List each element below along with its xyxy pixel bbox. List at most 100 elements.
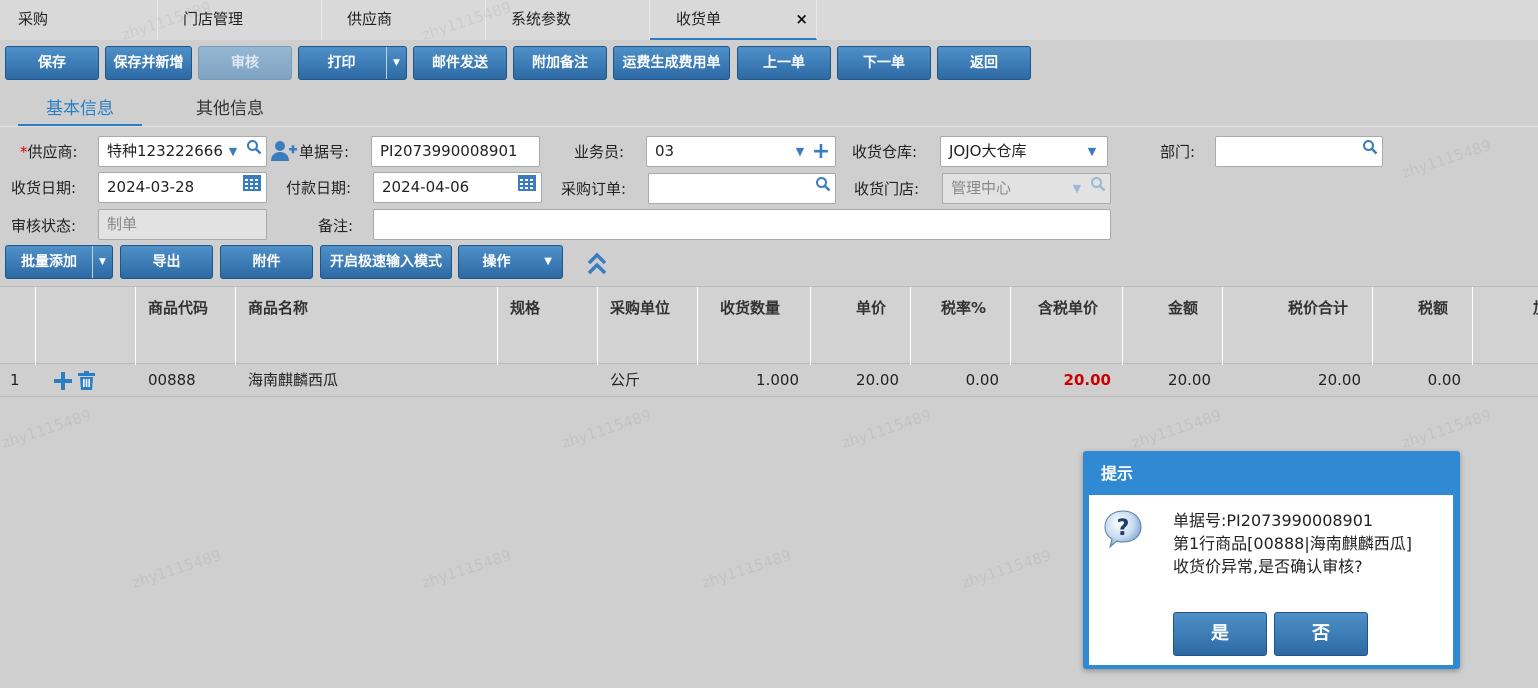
- calendar-icon[interactable]: [241, 173, 263, 202]
- operations-label: 操作: [482, 254, 511, 270]
- caret-down-icon[interactable]: ▼: [386, 47, 406, 79]
- watermark: zhy1115489: [1129, 406, 1224, 452]
- close-icon[interactable]: ×: [795, 0, 808, 38]
- export-button[interactable]: 导出: [120, 245, 213, 279]
- tab-label: 收货单: [676, 10, 722, 28]
- note-input[interactable]: [373, 209, 1111, 240]
- caret-down-icon[interactable]: ▼: [224, 137, 242, 166]
- email-button[interactable]: 邮件发送: [413, 46, 507, 80]
- plus-icon[interactable]: [54, 372, 72, 390]
- freight-cost-button[interactable]: 运费生成费用单: [613, 46, 730, 80]
- cell-tax[interactable]: 0.00: [1373, 364, 1473, 397]
- print-label: 打印: [327, 55, 356, 71]
- watermark: zhy1115489: [559, 406, 654, 452]
- recvdate-input[interactable]: 2024-03-28: [98, 172, 267, 203]
- watermark: zhy1115489: [699, 546, 794, 592]
- trash-icon[interactable]: [78, 371, 95, 390]
- dialog-title: 提示: [1101, 464, 1134, 483]
- cell-total[interactable]: 20.00: [1223, 364, 1373, 397]
- prev-button[interactable]: 上一单: [737, 46, 831, 80]
- search-icon[interactable]: [813, 174, 833, 203]
- search-icon[interactable]: [1360, 137, 1380, 166]
- add-user-icon[interactable]: [271, 139, 297, 165]
- supplier-label: *供应商:: [20, 137, 78, 167]
- cell-amount[interactable]: 20.00: [1123, 364, 1223, 397]
- supplier-label-text: 供应商:: [27, 143, 78, 161]
- no-button[interactable]: 否: [1274, 612, 1368, 656]
- cell-name[interactable]: 海南麒麟西瓜: [248, 364, 338, 397]
- cell-tax-price[interactable]: 20.00: [1011, 364, 1123, 397]
- grid-col-more[interactable]: 加: [1473, 287, 1538, 365]
- dialog-message: 单据号:PI2073990008901 第1行商品[00888|海南麒麟西瓜] …: [1173, 509, 1412, 578]
- calendar-icon[interactable]: [516, 173, 538, 202]
- fast-input-mode-button[interactable]: 开启极速输入模式: [320, 245, 452, 279]
- paydate-input[interactable]: 2024-04-06: [373, 172, 542, 203]
- dept-input[interactable]: [1215, 136, 1383, 167]
- store-input[interactable]: 管理中心 ▼: [942, 173, 1111, 204]
- yes-button[interactable]: 是: [1173, 612, 1267, 656]
- back-button[interactable]: 返回: [937, 46, 1031, 80]
- status-label: 审核状态:: [11, 217, 77, 235]
- status-input: 制单: [98, 209, 267, 240]
- grid-col-spec[interactable]: 规格: [498, 287, 598, 365]
- warehouse-label: 收货仓库:: [852, 143, 918, 161]
- audit-button[interactable]: 审核: [198, 46, 292, 80]
- grid-col-tax[interactable]: 税额: [1373, 287, 1473, 365]
- dept-label: 部门:: [1160, 143, 1196, 161]
- dialog-line-docno: 单据号:PI2073990008901: [1173, 511, 1374, 530]
- cell-tax-rate[interactable]: 0.00: [911, 364, 1011, 397]
- table-row[interactable]: 1 00888 海南麒麟西瓜 公斤 1.000 20.00 0.00 20.00…: [0, 364, 1538, 397]
- caret-down-icon[interactable]: ▼: [791, 137, 809, 166]
- warehouse-select[interactable]: JOJO大仓库 ▼: [940, 136, 1108, 167]
- caret-down-icon[interactable]: ▼: [544, 246, 552, 278]
- double-chevron-up-icon[interactable]: [586, 252, 608, 276]
- grid-col-name[interactable]: 商品名称: [236, 287, 498, 365]
- caret-down-icon[interactable]: ▼: [92, 246, 112, 278]
- remark-button[interactable]: 附加备注: [513, 46, 607, 80]
- docno-input[interactable]: PI2073990008901: [371, 136, 540, 167]
- cell-qty[interactable]: 1.000: [698, 364, 811, 397]
- caret-down-icon[interactable]: ▼: [1068, 174, 1086, 203]
- print-button[interactable]: 打印 ▼: [298, 46, 407, 80]
- tab-label: 系统参数: [511, 10, 572, 28]
- watermark: zhy1115489: [0, 406, 94, 452]
- grid-col-tax-rate[interactable]: 税率%: [911, 287, 1011, 365]
- salesman-value: 03: [655, 142, 675, 160]
- save-new-button[interactable]: 保存并新增: [105, 46, 192, 80]
- recvdate-value: 2024-03-28: [107, 178, 195, 196]
- cell-code[interactable]: 00888: [148, 364, 196, 397]
- supplier-input[interactable]: 特种123222666 ▼: [98, 136, 267, 167]
- attachment-button[interactable]: 附件: [220, 245, 313, 279]
- grid-col-price[interactable]: 单价: [811, 287, 911, 365]
- subtab-other-info[interactable]: 其他信息: [170, 95, 290, 127]
- grid-col-qty[interactable]: 收货数量: [698, 287, 811, 365]
- batch-add-button[interactable]: 批量添加 ▼: [5, 245, 113, 279]
- caret-down-icon[interactable]: ▼: [1083, 137, 1101, 166]
- operations-button[interactable]: 操作 ▼: [458, 245, 563, 279]
- cell-unit[interactable]: 公斤: [610, 364, 640, 397]
- grid-col-total[interactable]: 税价合计: [1223, 287, 1373, 365]
- grid-col-unit[interactable]: 采购单位: [598, 287, 698, 365]
- po-input[interactable]: [648, 173, 836, 204]
- watermark: zhy1115489: [419, 546, 514, 592]
- salesman-input[interactable]: 03 ▼ +: [646, 136, 836, 167]
- plus-icon[interactable]: +: [811, 137, 831, 166]
- grid-header: 商品代码 商品名称 规格 采购单位 收货数量 单价 税率% 含税单价 金额 税价…: [0, 286, 1538, 365]
- grid-col-amount[interactable]: 金额: [1123, 287, 1223, 365]
- grid-col-tax-price[interactable]: 含税单价: [1011, 287, 1123, 365]
- cell-price[interactable]: 20.00: [811, 364, 911, 397]
- subtab-divider: [0, 126, 1538, 127]
- salesman-label: 业务员:: [574, 143, 625, 161]
- search-icon[interactable]: [1088, 174, 1108, 203]
- grid-col-code[interactable]: 商品代码: [136, 287, 236, 365]
- search-icon[interactable]: [244, 137, 264, 166]
- svg-text:?: ?: [1117, 516, 1130, 541]
- supplier-value: 特种123222666: [107, 142, 223, 160]
- dialog-body: ? 单据号:PI2073990008901 第1行商品[00888|海南麒麟西瓜…: [1089, 495, 1453, 665]
- docno-label: 单据号:: [299, 143, 350, 161]
- save-button[interactable]: 保存: [5, 46, 99, 80]
- tab-label: 采购: [18, 10, 49, 28]
- subtab-basic-info[interactable]: 基本信息: [18, 95, 142, 127]
- next-button[interactable]: 下一单: [837, 46, 931, 80]
- tab-receipt[interactable]: 收货单 ×: [650, 0, 817, 40]
